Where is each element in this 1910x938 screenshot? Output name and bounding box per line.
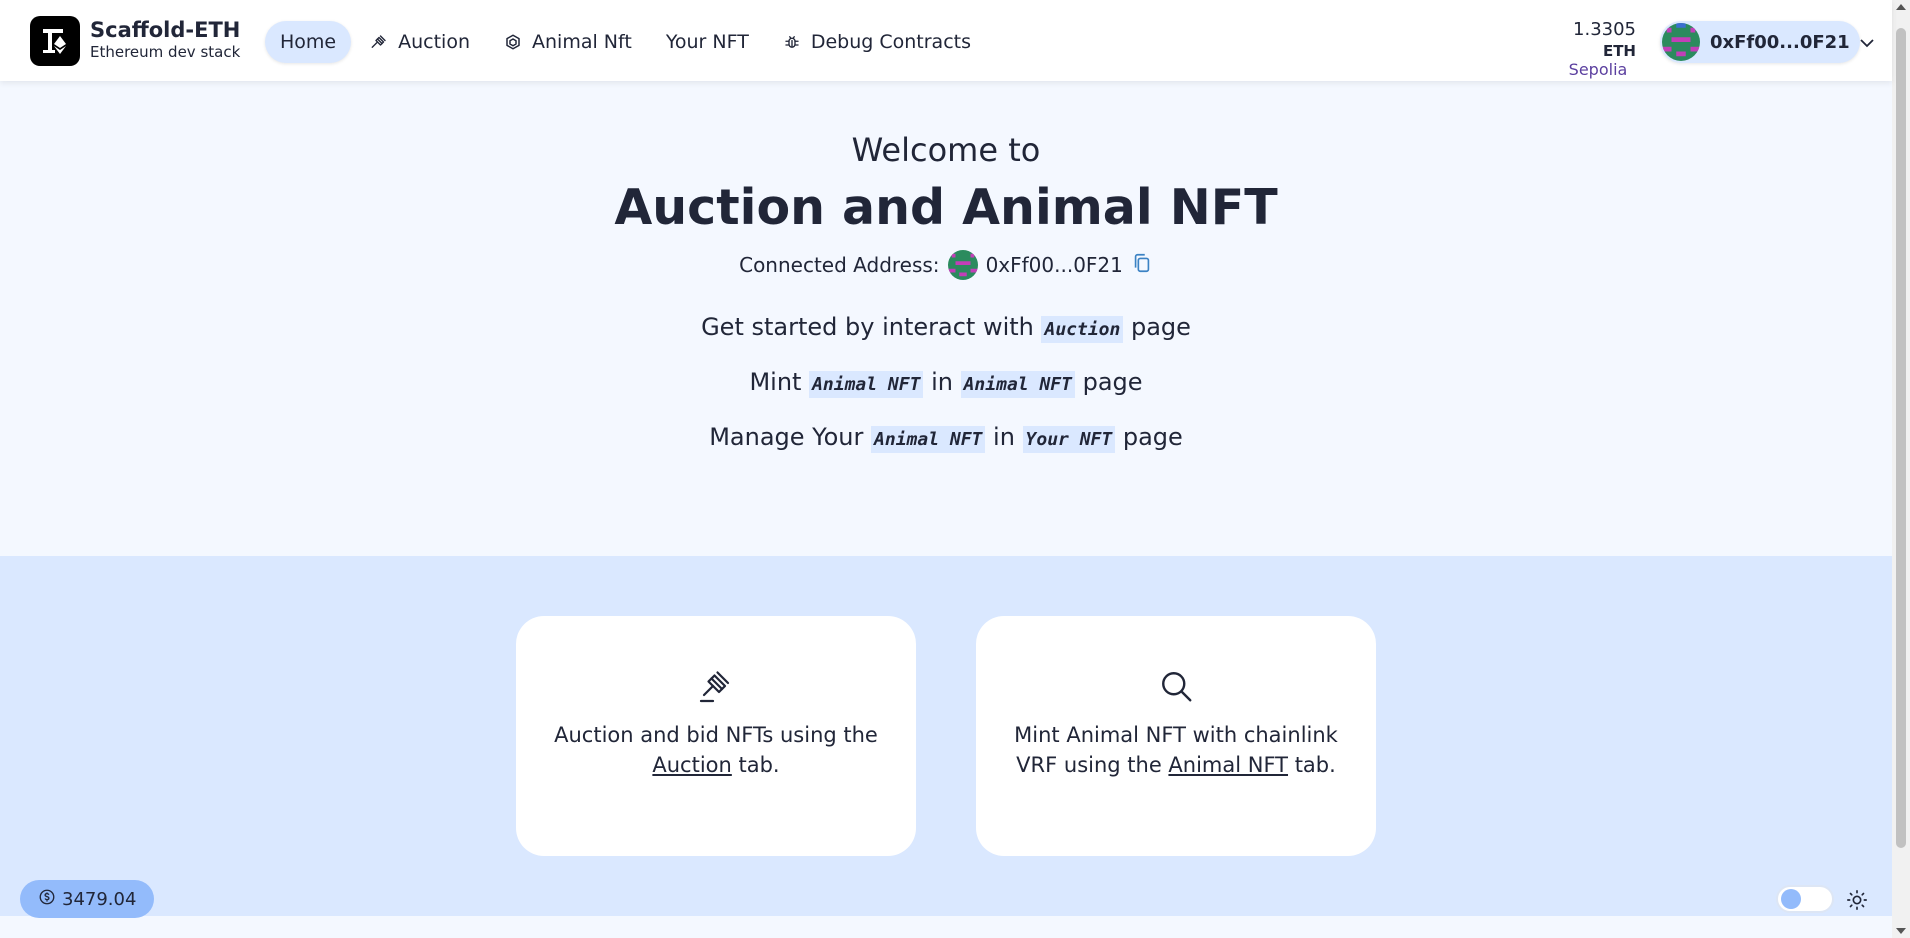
connected-label: Connected Address: (739, 253, 940, 277)
features-section: Auction and bid NFTs using the Auction t… (0, 556, 1892, 916)
intro-line-2: Mint Animal NFT in Animal NFT page (0, 368, 1892, 398)
animal-nft-card-text: Mint Animal NFT with chainlink VRF using… (1006, 720, 1346, 781)
line3-pre: Manage Your (709, 423, 872, 451)
page-title: Auction and Animal NFT (614, 179, 1278, 236)
nav-auction-label: Auction (398, 31, 470, 53)
scroll-thumb[interactable] (1896, 28, 1906, 848)
main-nav: Home Auction Animal Nft Your NFT Debug C… (265, 21, 986, 63)
line2-pre: Mint (749, 368, 810, 396)
nav-debug-label: Debug Contracts (810, 31, 971, 53)
top-navbar: Scaffold-ETH Ethereum dev stack Home Auc… (0, 0, 1892, 81)
nav-home-label: Home (280, 31, 337, 53)
line2-mid: in (923, 368, 961, 396)
nav-debug-contracts[interactable]: Debug Contracts (768, 21, 986, 63)
sun-icon (1846, 889, 1868, 911)
animal-card-post: tab. (1288, 753, 1336, 778)
address-avatar (947, 250, 978, 280)
chevron-down-icon (1860, 33, 1874, 52)
auction-card-pre: Auction and bid NFTs using the (554, 723, 878, 747)
scroll-up-icon[interactable] (1896, 4, 1906, 10)
vertical-scrollbar[interactable] (1892, 0, 1910, 938)
network-name: Sepolia (1568, 60, 1628, 80)
dollar-icon (38, 888, 56, 911)
eth-price-badge[interactable]: 3479.04 (20, 880, 155, 918)
line3-mid: in (985, 423, 1023, 451)
eth-balance[interactable]: 1.3305 ETH Sepolia (1540, 19, 1636, 80)
auction-card-post: tab. (731, 753, 780, 778)
code-your-nft: Your NFT (1022, 426, 1116, 453)
connected-address-row: Connected Address: 0xFf00...0F21 (0, 250, 1892, 280)
code-auction: Auction (1041, 316, 1124, 343)
eth-price: 3479.04 (62, 888, 137, 910)
nav-your-nft-label: Your NFT (665, 31, 749, 53)
animal-nft-tab-link[interactable]: Animal NFT (1168, 753, 1288, 777)
search-icon (1158, 668, 1194, 704)
intro-line-1: Get started by interact with Auction pag… (0, 313, 1892, 343)
bug-icon (783, 33, 801, 51)
brand-subtitle: Ethereum dev stack (90, 43, 241, 62)
brand-name: Scaffold-ETH (90, 18, 241, 42)
scroll-down-icon[interactable] (1896, 928, 1906, 934)
nav-animal-nft[interactable]: Animal Nft (489, 21, 647, 63)
intro-line-3: Manage Your Animal NFT in Your NFT page (0, 423, 1892, 453)
code-animal-nft-2: Animal NFT (871, 426, 986, 453)
auction-card-text: Auction and bid NFTs using the Auction t… (546, 720, 886, 781)
connected-address[interactable]: 0xFf00...0F21 (986, 253, 1123, 277)
scaffold-logo-icon[interactable] (30, 16, 80, 66)
code-animal-nft-page: Animal NFT (960, 371, 1075, 398)
account-address: 0xFf00...0F21 (1710, 31, 1850, 53)
theme-toggle[interactable] (1776, 885, 1834, 913)
animal-nft-card: Mint Animal NFT with chainlink VRF using… (976, 616, 1376, 856)
toggle-knob (1781, 889, 1801, 909)
account-dropdown-button[interactable]: 0xFf00...0F21 (1660, 21, 1874, 63)
balance-unit: ETH (1602, 41, 1636, 60)
cube-icon (504, 33, 522, 51)
nav-your-nft[interactable]: Your NFT (651, 21, 764, 63)
balance-amount: 1.3305 (1573, 19, 1636, 40)
line2-post: page (1074, 368, 1143, 396)
line1-post: page (1123, 313, 1191, 341)
avatar (1662, 23, 1700, 61)
code-animal-nft: Animal NFT (809, 371, 924, 398)
line3-post: page (1115, 423, 1183, 451)
nav-home[interactable]: Home (265, 21, 352, 63)
auction-card: Auction and bid NFTs using the Auction t… (516, 616, 916, 856)
nav-animal-nft-label: Animal Nft (532, 31, 632, 53)
copy-icon[interactable] (1131, 252, 1153, 279)
gavel-icon (698, 668, 734, 704)
balance-amount-row: 1.3305 ETH (1540, 19, 1636, 61)
line1-pre: Get started by interact with (701, 313, 1042, 341)
brand[interactable]: Scaffold-ETH Ethereum dev stack (90, 18, 240, 61)
welcome-text: Welcome to (851, 131, 1041, 169)
bottom-strip (0, 916, 1892, 938)
auction-tab-link[interactable]: Auction (652, 753, 731, 777)
hero-section: Welcome to Auction and Animal NFT Connec… (0, 81, 1892, 556)
gavel-icon (370, 33, 388, 51)
nav-auction[interactable]: Auction (355, 21, 485, 63)
